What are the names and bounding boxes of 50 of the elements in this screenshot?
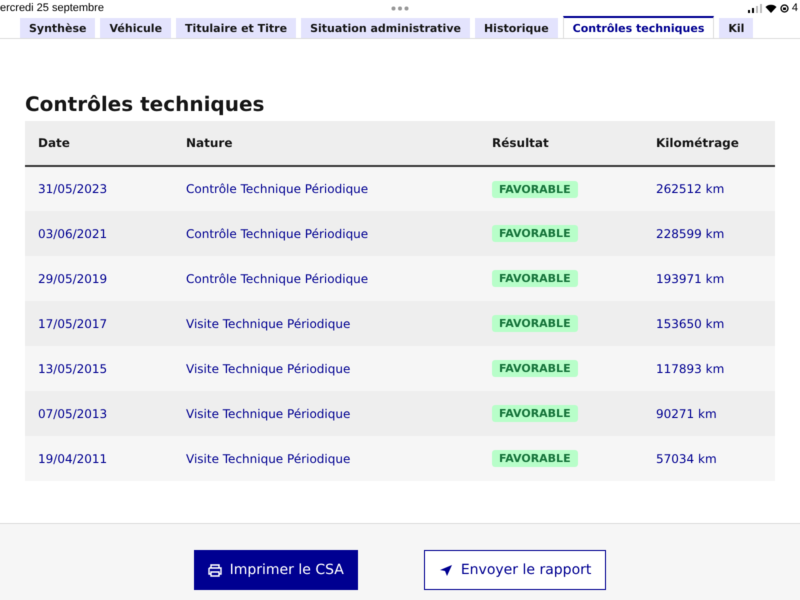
column-header: Résultat	[479, 121, 643, 166]
table-cell: Visite Technique Périodique	[173, 346, 479, 391]
result-badge: FAVORABLE	[492, 405, 578, 422]
tab[interactable]: Situation administrative	[301, 18, 470, 38]
table-cell: Contrôle Technique Périodique	[173, 166, 479, 211]
status-date: ercredi 25 septembre	[0, 2, 104, 14]
result-badge: FAVORABLE	[492, 360, 578, 377]
table-cell: 19/04/2011	[25, 436, 173, 481]
table-cell: 228599 km	[643, 211, 775, 256]
tab[interactable]: Contrôles techniques	[562, 16, 714, 38]
table-cell: 31/05/2023	[25, 166, 173, 211]
lock-rotation-icon	[780, 4, 789, 12]
table-cell: 90271 km	[643, 391, 775, 436]
printer-icon	[208, 564, 222, 576]
more-icon	[391, 6, 409, 11]
table-cell: Visite Technique Périodique	[173, 436, 479, 481]
section-title: Contrôles techniques	[25, 91, 266, 117]
column-header: Nature	[173, 121, 479, 166]
table-cell: 193971 km	[643, 256, 775, 301]
table-cell: Visite Technique Périodique	[173, 391, 479, 436]
table-cell: 117893 km	[643, 346, 775, 391]
tab[interactable]: Titulaire et Titre	[176, 18, 296, 38]
signal-icon	[748, 4, 762, 12]
result-badge: FAVORABLE	[492, 180, 578, 198]
table-cell: 07/05/2013	[25, 391, 173, 436]
tab[interactable]: Synthèse	[20, 18, 96, 38]
table-cell: 29/05/2019	[25, 256, 173, 301]
action-button[interactable]: Envoyer le rapport	[424, 550, 606, 590]
tab[interactable]: Kil	[719, 18, 754, 38]
action-button[interactable]: Imprimer le CSA	[194, 550, 358, 590]
table-cell: 262512 km	[643, 166, 775, 211]
column-header: Date	[25, 121, 173, 166]
table-cell: 153650 km	[643, 301, 775, 346]
table-cell: 13/05/2015	[25, 346, 173, 391]
column-header: Kilométrage	[643, 121, 775, 166]
table-cell: 03/06/2021	[25, 211, 173, 256]
result-badge: FAVORABLE	[492, 270, 578, 287]
table-cell: 17/05/2017	[25, 301, 173, 346]
table-cell: Visite Technique Périodique	[173, 301, 479, 346]
result-badge: FAVORABLE	[492, 225, 578, 242]
send-icon	[438, 564, 453, 576]
tab[interactable]: Historique	[474, 18, 558, 38]
table-cell: Contrôle Technique Périodique	[173, 211, 479, 256]
table-cell: 57034 km	[643, 436, 775, 481]
tab[interactable]: Véhicule	[100, 18, 172, 38]
result-badge: FAVORABLE	[492, 315, 578, 332]
result-badge: FAVORABLE	[492, 450, 578, 467]
table-cell: Contrôle Technique Périodique	[173, 256, 479, 301]
wifi-icon	[764, 4, 777, 12]
battery-level: 4	[792, 2, 798, 14]
